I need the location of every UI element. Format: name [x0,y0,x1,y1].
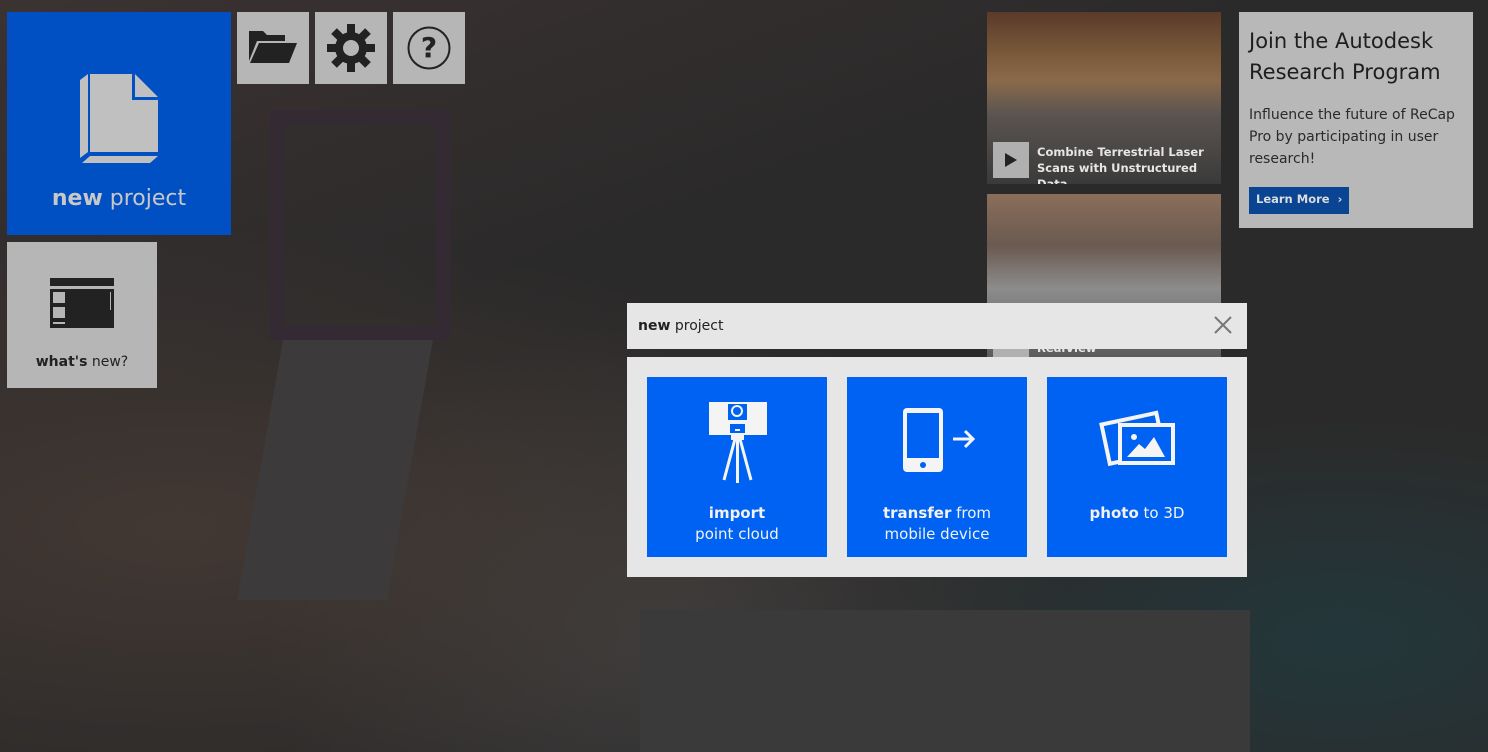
import-point-cloud-button[interactable]: import point cloud [647,377,827,557]
dialog-header: new project [627,303,1247,349]
option-label: photo to 3D [1089,504,1185,522]
background-shape [270,110,450,340]
whats-new-icon [50,278,114,328]
help-icon: ? [407,26,451,70]
chevron-right-icon: › [1337,192,1343,206]
option-label: import point cloud [695,504,779,543]
folder-open-icon [249,31,297,63]
option-label: transfer from mobile device [882,504,992,543]
learn-more-button[interactable]: Learn More › [1249,187,1350,214]
transfer-from-mobile-button[interactable]: transfer from mobile device [847,377,1027,557]
photos-icon [1099,410,1175,467]
new-document-icon [80,74,158,163]
settings-button[interactable] [315,12,387,84]
research-program-ad: Join the Autodesk Research Program Influ… [1239,12,1473,228]
video-tile[interactable]: Combine Terrestrial Laser Scans with Uns… [987,12,1221,184]
whats-new-tile[interactable]: what's new? [7,242,157,388]
mobile-transfer-icon [903,408,976,472]
photo-to-3d-button[interactable]: photo to 3D [1047,377,1227,557]
play-icon[interactable] [993,142,1029,178]
ad-title: Join the Autodesk Research Program [1249,29,1441,84]
new-project-tile[interactable]: new project [7,12,231,235]
new-project-dialog: import point cloud transfer from mobile de… [627,357,1247,577]
video-caption: Combine Terrestrial Laser Scans with Uns… [1037,145,1204,184]
whats-new-label: what's new? [35,354,129,370]
ad-body: Influence the future of ReCap Pro by par… [1249,107,1455,167]
svg-text:?: ? [421,31,437,64]
dialog-title: new project [638,318,724,334]
gear-icon [327,24,375,72]
new-project-label: new project [51,186,187,211]
close-icon[interactable] [1213,315,1233,335]
laser-scanner-icon [709,402,767,483]
background-shape [640,610,1250,752]
open-project-button[interactable] [237,12,309,84]
help-button[interactable]: ? [393,12,465,84]
